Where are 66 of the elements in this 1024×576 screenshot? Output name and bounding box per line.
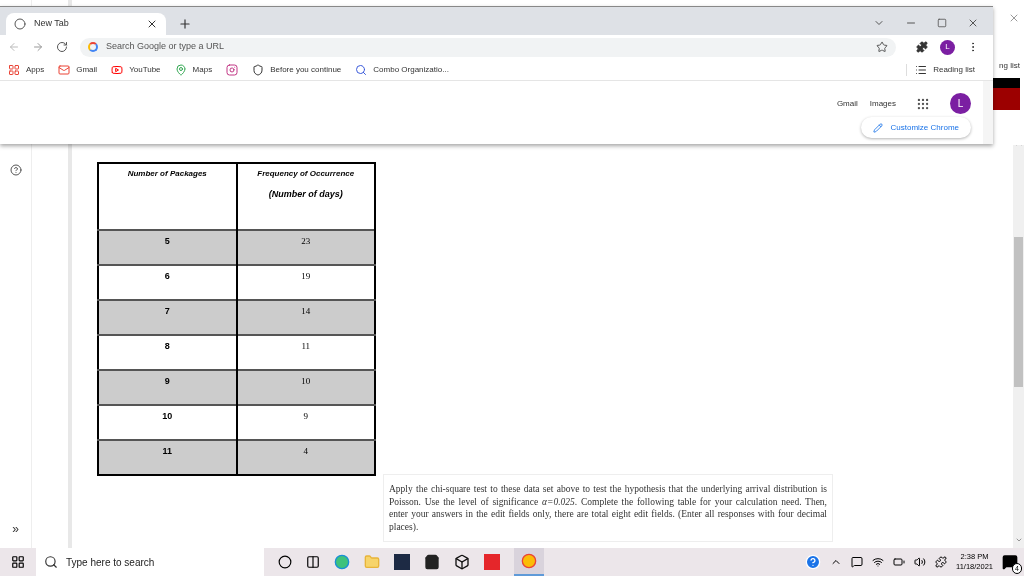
table-cell: 14 xyxy=(236,300,375,335)
mail-icon xyxy=(58,63,71,76)
table-cell: 9 xyxy=(236,405,375,440)
bookmark[interactable]: Combo Organizatio... xyxy=(355,63,449,76)
bookmark[interactable]: Gmail xyxy=(58,63,98,76)
scroll-down-icon[interactable] xyxy=(1014,536,1023,544)
close-icon[interactable] xyxy=(146,18,158,30)
bookmark[interactable]: YouTube xyxy=(111,63,161,76)
google-icon xyxy=(88,42,98,52)
close-icon[interactable] xyxy=(967,17,979,29)
reload-icon[interactable] xyxy=(56,41,68,53)
column-header: Number of Packages xyxy=(126,168,208,180)
table-cell: 7 xyxy=(98,300,237,335)
table-cell: 11 xyxy=(98,440,237,475)
table-cell: 4 xyxy=(236,440,375,475)
table-cell: 11 xyxy=(236,335,375,370)
new-tab-icon[interactable] xyxy=(178,17,192,31)
pencil-icon xyxy=(872,122,883,133)
taskbar-search-field[interactable]: Type here to search xyxy=(36,548,264,576)
chrome-taskbar-button[interactable] xyxy=(514,548,544,576)
apps-grid-icon[interactable] xyxy=(916,96,930,111)
table-cell: 23 xyxy=(236,230,375,265)
question-text: Apply the chi-square test to these data set above to test the hypothesis that the underlying arrival distribution is Poisson. Use the level of significance α=0.025. Complete the following table for your calculation need. Then, enter your answers in the edit fields only, there are total eight edit fields. (Enter all responses with four decimal places). xyxy=(389,483,827,533)
wifi-icon[interactable] xyxy=(872,556,884,568)
help-icon[interactable] xyxy=(9,164,22,176)
bookmark[interactable]: Apps xyxy=(8,63,45,76)
expand-toggle[interactable]: » xyxy=(12,520,19,538)
header-link[interactable]: Images xyxy=(869,97,896,110)
task-view-icon[interactable] xyxy=(306,555,320,569)
extensions-icon[interactable] xyxy=(916,41,928,53)
column-header: (Number of days) xyxy=(267,188,344,201)
maximize-icon[interactable] xyxy=(937,18,947,28)
header-link[interactable]: Gmail xyxy=(836,97,858,110)
reading-list-button[interactable]: Reading list xyxy=(906,63,975,76)
search-icon xyxy=(355,63,368,76)
message-icon[interactable] xyxy=(851,556,863,568)
scrollbar[interactable] xyxy=(983,81,993,144)
table-cell: 5 xyxy=(98,230,237,265)
address-bar[interactable]: Search Google or type a URL xyxy=(80,37,896,57)
speaker-icon[interactable] xyxy=(914,556,926,568)
account-avatar[interactable]: L xyxy=(950,93,971,114)
column-header: Frequency of Occurrence xyxy=(256,168,356,180)
search-icon xyxy=(44,555,58,569)
reading-list-label[interactable]: ng list xyxy=(999,60,1020,72)
map-pin-icon xyxy=(174,63,187,76)
windows-start-icon[interactable] xyxy=(11,555,25,569)
shield-icon xyxy=(252,63,265,76)
bookmark[interactable]: Before you continue xyxy=(252,63,342,76)
browser-tab[interactable]: New Tab xyxy=(6,13,166,35)
list-icon xyxy=(915,63,928,76)
notifications-icon[interactable] xyxy=(1002,554,1018,570)
table-cell: 9 xyxy=(98,370,237,405)
scrollbar-thumb[interactable] xyxy=(1014,237,1023,387)
play-icon xyxy=(111,63,124,76)
bookmark[interactable]: Maps xyxy=(174,63,213,76)
profile-avatar[interactable]: L xyxy=(940,39,955,55)
table-cell: 6 xyxy=(98,265,237,300)
table-cell: 10 xyxy=(98,405,237,440)
camera-icon[interactable] xyxy=(226,63,239,76)
customize-chrome-button[interactable]: Customize Chrome xyxy=(860,117,971,138)
table-cell: 8 xyxy=(98,335,237,370)
table-cell: 19 xyxy=(236,265,375,300)
apps-icon xyxy=(8,63,20,76)
battery-icon[interactable] xyxy=(893,556,905,568)
table-cell: 10 xyxy=(236,370,375,405)
bookmark-star-icon[interactable] xyxy=(876,41,888,53)
